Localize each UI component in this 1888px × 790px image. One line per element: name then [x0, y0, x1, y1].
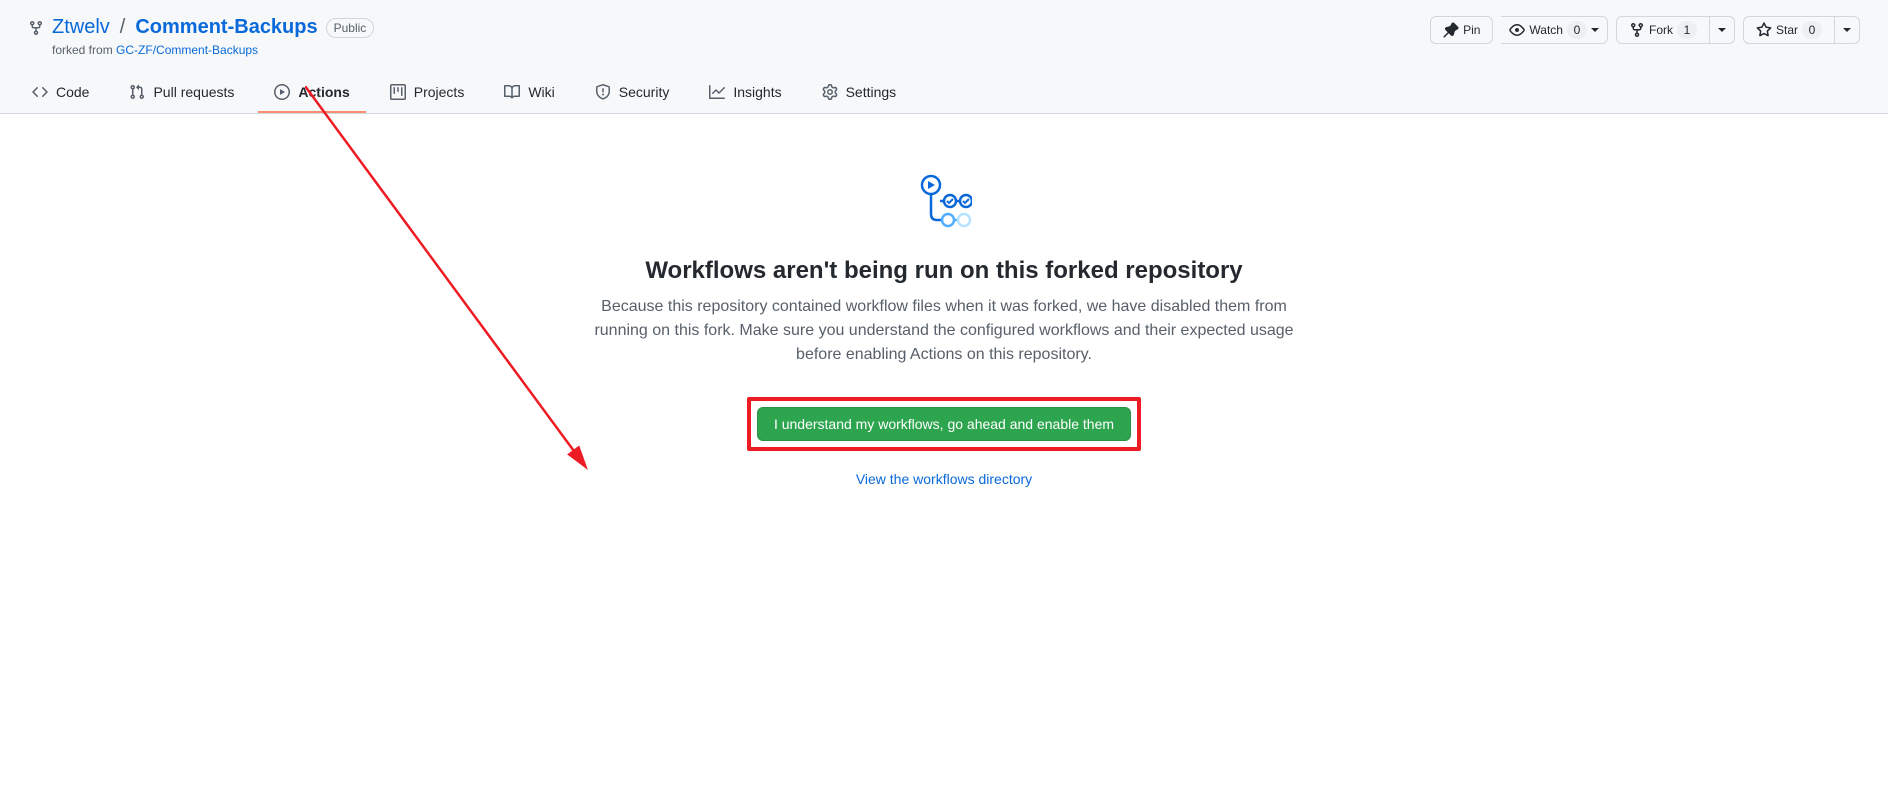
gear-icon [822, 84, 838, 100]
pin-button[interactable]: Pin [1430, 16, 1493, 44]
star-button[interactable]: Star 0 [1743, 16, 1835, 44]
chevron-down-icon [1843, 28, 1851, 32]
highlight-annotation: I understand my workflows, go ahead and … [747, 397, 1141, 451]
star-dropdown[interactable] [1835, 16, 1860, 44]
fork-icon [28, 20, 44, 36]
tab-projects[interactable]: Projects [374, 73, 481, 113]
tab-pull-requests[interactable]: Pull requests [113, 73, 250, 113]
chevron-down-icon [1718, 28, 1726, 32]
enable-workflows-button[interactable]: I understand my workflows, go ahead and … [757, 407, 1131, 441]
star-count: 0 [1802, 21, 1822, 39]
pull-request-icon [129, 84, 145, 100]
tab-settings[interactable]: Settings [806, 73, 913, 113]
action-buttons: Pin Watch 0 Fork 1 [1430, 16, 1860, 44]
forked-from-text: forked from GC-ZF/Comment-Backups [52, 43, 374, 57]
pin-icon [1443, 22, 1459, 38]
chevron-down-icon [1591, 28, 1599, 32]
play-icon [274, 84, 290, 100]
fork-icon [1629, 22, 1645, 38]
code-icon [32, 84, 48, 100]
forked-from-link[interactable]: GC-ZF/Comment-Backups [116, 43, 258, 57]
graph-icon [709, 84, 725, 100]
annotation-arrow [305, 86, 605, 486]
eye-icon [1509, 22, 1525, 38]
blankslate-title: Workflows aren't being run on this forke… [645, 257, 1242, 285]
workflow-illustration [916, 174, 972, 233]
tab-actions[interactable]: Actions [258, 73, 365, 113]
project-icon [390, 84, 406, 100]
repo-separator: / [120, 16, 126, 39]
tab-insights[interactable]: Insights [693, 73, 797, 113]
main-content: Workflows aren't being run on this forke… [0, 114, 1888, 547]
watch-count: 0 [1567, 21, 1587, 39]
repo-name-link[interactable]: Comment-Backups [135, 16, 317, 39]
fork-button[interactable]: Fork 1 [1616, 16, 1710, 44]
star-icon [1756, 22, 1772, 38]
repo-owner-link[interactable]: Ztwelv [52, 16, 110, 39]
shield-icon [595, 84, 611, 100]
fork-dropdown[interactable] [1710, 16, 1735, 44]
repo-title: Ztwelv / Comment-Backups Public [28, 16, 374, 39]
view-workflows-link[interactable]: View the workflows directory [856, 471, 1032, 487]
book-icon [504, 84, 520, 100]
tab-code[interactable]: Code [16, 73, 105, 113]
repo-header: Ztwelv / Comment-Backups Public forked f… [0, 0, 1888, 57]
fork-count: 1 [1677, 21, 1697, 39]
visibility-badge: Public [326, 18, 375, 38]
blankslate-description: Because this repository contained workfl… [584, 295, 1304, 367]
tab-wiki[interactable]: Wiki [488, 73, 570, 113]
tab-security[interactable]: Security [579, 73, 686, 113]
watch-button[interactable]: Watch 0 [1501, 16, 1608, 44]
repo-tabs: Code Pull requests Actions Projects Wiki… [0, 73, 1888, 113]
